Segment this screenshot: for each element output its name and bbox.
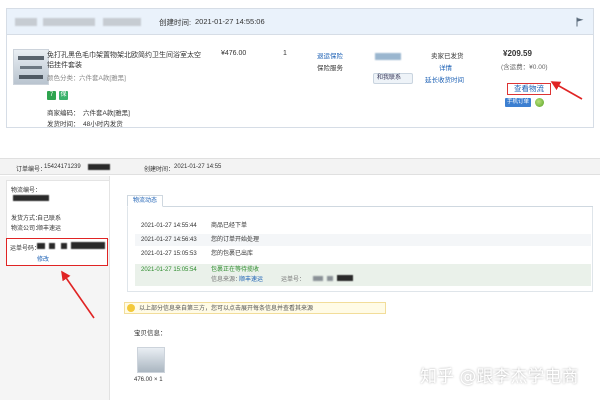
redacted-checkbox [15,18,37,26]
redacted-seller-name [375,53,401,60]
goods-price-qty: 476.00 × 1 [134,377,163,383]
notice-text: 以上部分信息来自第三方，您可以点击展开每条信息并查看其来源 [139,306,314,312]
redacted-waybill-2 [49,243,55,249]
merchant-code-label: 商家编码： [47,110,80,117]
view-logistics-button[interactable]: 查看物流 [507,83,551,95]
quantity: 1 [283,50,287,57]
logistics-info-box: 物流编号： 发货方式： 自己联系 物流公司： 顺丰速运 [6,180,110,240]
redacted-logistics-no [13,195,49,201]
lightbulb-icon [127,304,135,312]
guarantee-service: 保险服务 [317,65,343,72]
status-dot-icon [535,98,544,107]
redacted-shop-name [103,18,141,26]
ship-time-label: 发货时间： [47,121,80,128]
redacted-waybill-b [327,276,333,281]
order-summary-panel: 创建时间: 2021-01-27 14:55:06 免打孔黑色毛巾架置物架北欧简… [6,8,594,128]
order-no-value: 15424171239 [44,164,81,170]
redacted-waybill-c [337,275,353,281]
third-party-notice: 以上部分信息来自第三方，您可以点击展开每条信息并查看其来源 [124,302,386,314]
redacted-order-no [88,164,110,170]
waybill-number-box: 运单号码： 修改 [6,238,108,266]
tab-logistics-updates[interactable]: 物流动态 [127,195,163,207]
created-time-value: 2021-01-27 14:55:06 [195,17,265,26]
info-source-link[interactable]: 顺丰速运 [239,274,263,286]
waybill-label: 运单号码： [10,246,41,252]
tracking-row: 2021-01-27 14:56:43 您的订单开始处理 [135,234,591,246]
bottom-created-value: 2021-01-27 14:55 [174,164,222,170]
tracking-desc: 您的包裹已出库 [211,251,254,257]
tracking-time: 2021-01-27 15:05:53 [141,251,197,257]
order-status: 卖家已发货 [431,53,464,60]
color-label: 颜色分类： [47,75,80,82]
redacted-order-id [43,18,95,26]
redacted-waybill-a [313,276,323,281]
logistics-header-bar: 订单编号： 15424171239 创建时间： 2021-01-27 14:55 [0,158,600,175]
guarantee-badge: 保 [59,91,68,100]
created-time-label: 创建时间: [159,18,192,27]
logistics-co-value: 顺丰速运 [37,226,62,232]
redacted-waybill-1 [37,243,45,249]
tracking-row: 2021-01-27 15:05:53 您的包裹已出库 [135,248,591,260]
tracking-desc: 商品已经下单 [211,223,248,229]
bottom-created-label: 创建时间： [144,167,175,173]
unit-price: ¥476.00 [221,50,247,57]
redacted-waybill-4 [71,242,105,249]
ship-time-value: 48小时内发货 [83,121,123,128]
seven-day-return-badge: 7 [47,91,56,100]
waybill-short-label: 运单号： [281,277,306,283]
goods-info-label: 宝贝信息： [134,330,167,337]
product-title-line2[interactable]: 铝挂件套装 [47,60,82,70]
tracking-time: 2021-01-27 14:55:44 [141,223,197,229]
edit-waybill-link[interactable]: 修改 [37,254,49,263]
tracking-time: 2021-01-27 15:05:54 [141,267,197,273]
order-no-label: 订单编号： [16,167,47,173]
merchant-code-value: 六件套A款[雅黑] [83,110,130,117]
order-details-link[interactable]: 详情 [439,62,452,72]
mobile-order-badge: 手机订单 [505,98,531,107]
product-title-line1[interactable]: 免打孔黑色毛巾架置物架北欧简约卫生间浴室太空 [47,50,201,60]
color-value: 六件套A款[雅黑] [79,75,126,82]
extend-receipt-link[interactable]: 延长收货时间 [425,74,464,84]
flag-icon[interactable] [575,17,585,27]
tracking-row: 2021-01-27 14:55:44 商品已经下单 [135,220,591,232]
shipping-fee-note: (含运费：¥0.00) [501,64,548,71]
logistics-no-label: 物流编号： [11,188,42,194]
info-source-label: 信息来源： [211,277,242,283]
tracking-time: 2021-01-27 14:56:43 [141,237,197,243]
refund-insurance-link[interactable]: 退运保险 [317,50,343,60]
total-price: ¥209.59 [503,49,532,58]
ship-method-value: 自己联系 [37,216,62,222]
product-thumbnail[interactable] [13,49,49,85]
contact-seller-button[interactable]: 和我联系 [373,73,413,84]
tracking-desc: 您的订单开始处理 [211,237,260,243]
order-header-bar: 创建时间: 2021-01-27 14:55:06 [7,9,593,35]
watermark-text: 知乎 @跟李杰学电商 [420,367,579,387]
tracking-row-latest: 2021-01-27 15:05:54 包裹正在等待揽收 信息来源： 顺丰速运 … [135,264,591,286]
goods-thumbnail[interactable] [137,347,165,373]
redacted-waybill-3 [61,243,67,249]
